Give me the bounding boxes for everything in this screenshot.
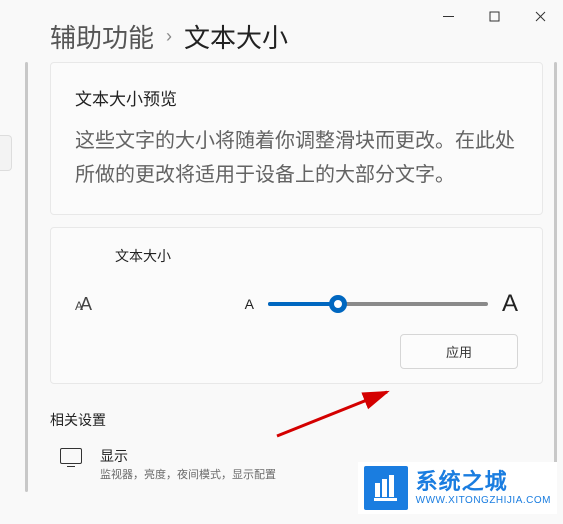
apply-button[interactable]: 应用	[400, 334, 518, 369]
maximize-button[interactable]	[471, 0, 517, 32]
text-size-icon: AA	[75, 294, 115, 315]
preview-title: 文本大小预览	[75, 85, 518, 110]
left-scrollbar[interactable]	[25, 62, 28, 492]
watermark-logo-icon	[364, 466, 408, 510]
preview-body: 这些文字的大小将随着你调整滑块而更改。在此处所做的更改将适用于设备上的大部分文字…	[75, 124, 518, 192]
chevron-right-icon: ›	[166, 26, 172, 47]
preview-card: 文本大小预览 这些文字的大小将随着你调整滑块而更改。在此处所做的更改将适用于设备…	[50, 62, 543, 215]
scale-small-marker: A	[245, 296, 254, 312]
related-item-subtitle: 监视器，亮度，夜间模式，显示配置	[100, 466, 276, 482]
text-size-card: 文本大小 AA A A 应用	[50, 227, 543, 384]
right-scrollbar[interactable]	[554, 62, 557, 492]
watermark: 系统之城 WWW.XITONGZHIJIA.COM	[358, 462, 557, 514]
minimize-button[interactable]	[425, 0, 471, 32]
close-button[interactable]	[517, 0, 563, 32]
slider-label: 文本大小	[115, 246, 518, 266]
scale-large-marker: A	[502, 290, 518, 318]
text-size-slider[interactable]	[268, 302, 488, 306]
breadcrumb-parent[interactable]: 辅助功能	[50, 18, 154, 55]
related-item-title: 显示	[100, 446, 276, 466]
watermark-brand: 系统之城	[416, 470, 551, 494]
related-section-title: 相关设置	[50, 410, 543, 430]
slider-thumb[interactable]	[329, 295, 347, 313]
breadcrumb-current: 文本大小	[184, 18, 288, 55]
monitor-icon	[60, 448, 82, 464]
watermark-url: WWW.XITONGZHIJIA.COM	[416, 495, 551, 506]
left-panel-peek	[0, 135, 12, 171]
content-area: 文本大小预览 这些文字的大小将随着你调整滑块而更改。在此处所做的更改将适用于设备…	[50, 62, 543, 524]
